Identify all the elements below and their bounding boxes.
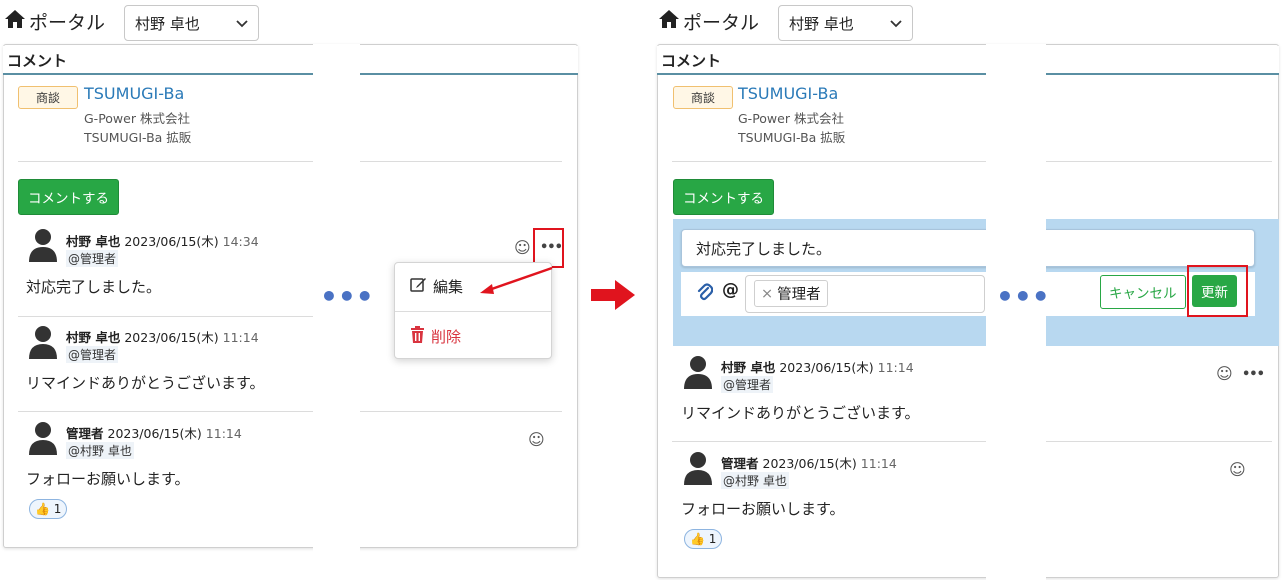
section-title: コメント: [3, 46, 578, 75]
deal-project: TSUMUGI-Ba 拡販: [84, 130, 192, 145]
avatar-icon: [28, 228, 58, 262]
menu-item-delete[interactable]: 削除: [410, 326, 461, 347]
reaction-badge[interactable]: 👍 1: [29, 499, 68, 519]
divider: [18, 316, 313, 317]
portal-title-text: ポータル: [683, 12, 760, 34]
menu-divider: [395, 311, 551, 312]
emoji-reaction-icon[interactable]: ☺: [1229, 460, 1246, 479]
deal-badge: 商談: [18, 86, 78, 109]
emoji-reaction-icon[interactable]: ☺: [528, 430, 545, 449]
deal-title-link[interactable]: TSUMUGI-Ba: [84, 84, 184, 103]
reaction-count: 1: [708, 532, 717, 546]
comment-author: 村野 卓也: [66, 330, 121, 345]
trash-icon: [410, 326, 425, 347]
comment-mention: @村野 卓也: [66, 442, 134, 459]
red-arrow-annotation: [476, 266, 556, 300]
comment-date: 2023/06/15(木): [779, 360, 874, 375]
user-select-value: 村野 卓也: [789, 14, 854, 33]
portal-title[interactable]: ポータル: [658, 8, 759, 35]
comment-time: 14:34: [222, 234, 259, 249]
edit-comment-input[interactable]: 対応完了しました。: [681, 229, 1255, 267]
user-select[interactable]: 村野 卓也: [124, 5, 259, 41]
comment-mention: @管理者: [66, 250, 119, 267]
comment-header: 村野 卓也 2023/06/15(木) 11:14: [721, 357, 914, 376]
edit-icon: [410, 276, 427, 297]
comment-date: 2023/06/15(木): [124, 330, 219, 345]
menu-item-edit[interactable]: 編集: [410, 276, 463, 297]
comment-button[interactable]: コメントする: [18, 179, 119, 215]
comment-body: リマインドありがとうございます。: [26, 374, 265, 392]
divider: [18, 161, 562, 162]
user-select-value: 村野 卓也: [135, 14, 200, 33]
chevron-down-icon: [890, 14, 902, 32]
divider: [672, 161, 1272, 162]
deal-title-link[interactable]: TSUMUGI-Ba: [738, 84, 838, 103]
deal-company: G-Power 株式会社: [738, 111, 844, 126]
comment-mention: @管理者: [66, 346, 119, 363]
section-title: コメント: [657, 46, 1279, 75]
comment-mention: @管理者: [721, 376, 774, 393]
divider: [672, 441, 1272, 442]
home-icon: [4, 9, 26, 34]
paperclip-icon[interactable]: [697, 283, 714, 305]
deal-badge: 商談: [673, 86, 733, 109]
comment-mention: @村野 卓也: [721, 472, 789, 489]
comment-body: フォローお願いします。: [681, 500, 845, 518]
emoji-reaction-icon[interactable]: ☺: [514, 238, 531, 257]
comment-header: 村野 卓也 2023/06/15(木) 14:34: [66, 231, 259, 250]
deal-project: TSUMUGI-Ba 拡販: [738, 130, 846, 145]
avatar-icon: [683, 355, 713, 389]
comment-date: 2023/06/15(木): [124, 234, 219, 249]
thumbs-up-icon: 👍: [690, 532, 705, 546]
divider: [18, 411, 313, 412]
remove-tag-icon[interactable]: ×: [761, 286, 773, 302]
mention-tag: × 管理者: [754, 280, 828, 307]
comment-author: 村野 卓也: [721, 360, 776, 375]
comment-date: 2023/06/15(木): [107, 426, 202, 441]
comment-body: リマインドありがとうございます。: [681, 404, 920, 422]
comment-author: 管理者: [66, 426, 104, 441]
chevron-down-icon: [236, 14, 248, 32]
comment-author: 管理者: [721, 456, 759, 471]
divider: [360, 411, 562, 412]
comment-time: 11:14: [860, 456, 897, 471]
comment-date: 2023/06/15(木): [762, 456, 857, 471]
menu-item-edit-label: 編集: [433, 278, 464, 296]
avatar-icon: [683, 451, 713, 485]
comment-header: 村野 卓也 2023/06/15(木) 11:14: [66, 327, 259, 346]
cancel-button[interactable]: キャンセル: [1100, 275, 1186, 309]
more-options-icon[interactable]: •••: [1242, 367, 1265, 382]
reaction-count: 1: [53, 502, 62, 516]
avatar-icon: [28, 325, 58, 359]
deal-company: G-Power 株式会社: [84, 111, 190, 126]
menu-item-delete-label: 削除: [431, 328, 462, 346]
emoji-reaction-icon[interactable]: ☺: [1216, 364, 1233, 383]
avatar-icon: [28, 421, 58, 455]
comment-button[interactable]: コメントする: [673, 179, 774, 215]
highlight-update-button: [1187, 265, 1248, 317]
comment-time: 11:14: [205, 426, 242, 441]
comment-body: 対応完了しました。: [26, 278, 162, 296]
user-select[interactable]: 村野 卓也: [778, 5, 913, 41]
comment-time: 11:14: [877, 360, 914, 375]
transition-arrow-icon: [591, 280, 635, 314]
ellipsis-indicator: •••: [996, 280, 1050, 313]
comment-header: 管理者 2023/06/15(木) 11:14: [721, 453, 897, 472]
comment-body: フォローお願いします。: [26, 470, 190, 488]
comment-time: 11:14: [222, 330, 259, 345]
reaction-badge[interactable]: 👍 1: [684, 529, 723, 549]
mention-tag-label: 管理者: [777, 287, 821, 303]
comment-author: 村野 卓也: [66, 234, 121, 249]
ellipsis-indicator: •••: [320, 280, 374, 313]
at-mention-icon[interactable]: @: [722, 280, 739, 300]
portal-title-text: ポータル: [29, 12, 106, 34]
comment-header: 管理者 2023/06/15(木) 11:14: [66, 423, 242, 442]
thumbs-up-icon: 👍: [35, 502, 50, 516]
portal-title[interactable]: ポータル: [4, 8, 105, 35]
home-icon: [658, 9, 680, 34]
